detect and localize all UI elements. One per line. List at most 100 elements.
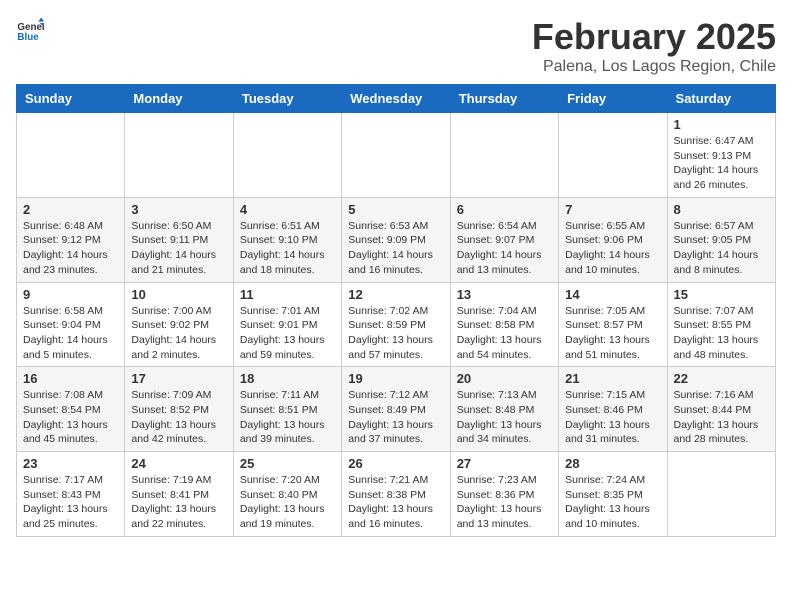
day-info: Sunrise: 6:47 AM Sunset: 9:13 PM Dayligh… [674,134,769,193]
calendar-cell: 25 Sunrise: 7:20 AM Sunset: 8:40 PM Dayli… [233,452,341,537]
day-number: 27 [457,456,552,471]
day-info: Sunrise: 7:02 AM Sunset: 8:59 PM Dayligh… [348,304,443,363]
day-info: Sunrise: 6:58 AM Sunset: 9:04 PM Dayligh… [23,304,118,363]
day-info: Sunrise: 7:09 AM Sunset: 8:52 PM Dayligh… [131,388,226,447]
calendar-cell: 13 Sunrise: 7:04 AM Sunset: 8:58 PM Dayli… [450,282,558,367]
day-info: Sunrise: 7:19 AM Sunset: 8:41 PM Dayligh… [131,473,226,532]
day-number: 20 [457,371,552,386]
calendar-cell: 9 Sunrise: 6:58 AM Sunset: 9:04 PM Daylig… [17,282,125,367]
calendar-cell: 10 Sunrise: 7:00 AM Sunset: 9:02 PM Dayli… [125,282,233,367]
calendar-cell: 23 Sunrise: 7:17 AM Sunset: 8:43 PM Dayli… [17,452,125,537]
weekday-header-wednesday: Wednesday [342,85,450,113]
week-row-3: 9 Sunrise: 6:58 AM Sunset: 9:04 PM Daylig… [17,282,776,367]
day-info: Sunrise: 7:17 AM Sunset: 8:43 PM Dayligh… [23,473,118,532]
calendar-cell: 17Sunrise: 7:09 AM Sunset: 8:52 PM Dayli… [125,367,233,452]
calendar-cell: 18 Sunrise: 7:11 AM Sunset: 8:51 PM Dayli… [233,367,341,452]
calendar-cell: 7Sunrise: 6:55 AM Sunset: 9:06 PM Daylig… [559,197,667,282]
calendar-cell: 26 Sunrise: 7:21 AM Sunset: 8:38 PM Dayli… [342,452,450,537]
calendar-cell: 21 Sunrise: 7:15 AM Sunset: 8:46 PM Dayli… [559,367,667,452]
location-title: Palena, Los Lagos Region, Chile [532,58,776,76]
day-info: Sunrise: 7:12 AM Sunset: 8:49 PM Dayligh… [348,388,443,447]
day-info: Sunrise: 6:57 AM Sunset: 9:05 PM Dayligh… [674,219,769,278]
calendar-cell [667,452,775,537]
day-info: Sunrise: 7:23 AM Sunset: 8:36 PM Dayligh… [457,473,552,532]
week-row-5: 23 Sunrise: 7:17 AM Sunset: 8:43 PM Dayli… [17,452,776,537]
month-title: February 2025 [532,16,776,58]
day-info: Sunrise: 7:24 AM Sunset: 8:35 PM Dayligh… [565,473,660,532]
calendar-cell: 2Sunrise: 6:48 AM Sunset: 9:12 PM Daylig… [17,197,125,282]
day-info: Sunrise: 6:50 AM Sunset: 9:11 PM Dayligh… [131,219,226,278]
day-info: Sunrise: 7:05 AM Sunset: 8:57 PM Dayligh… [565,304,660,363]
day-number: 9 [23,287,118,302]
calendar-cell: 22Sunrise: 7:16 AM Sunset: 8:44 PM Dayli… [667,367,775,452]
day-number: 5 [348,202,443,217]
calendar-cell [17,113,125,198]
calendar-cell: 3Sunrise: 6:50 AM Sunset: 9:11 PM Daylig… [125,197,233,282]
weekday-header-row: SundayMondayTuesdayWednesdayThursdayFrid… [17,85,776,113]
day-number: 22 [674,371,769,386]
day-info: Sunrise: 7:11 AM Sunset: 8:51 PM Dayligh… [240,388,335,447]
weekday-header-tuesday: Tuesday [233,85,341,113]
day-info: Sunrise: 7:13 AM Sunset: 8:48 PM Dayligh… [457,388,552,447]
weekday-header-saturday: Saturday [667,85,775,113]
day-number: 14 [565,287,660,302]
day-info: Sunrise: 6:55 AM Sunset: 9:06 PM Dayligh… [565,219,660,278]
calendar-cell: 4Sunrise: 6:51 AM Sunset: 9:10 PM Daylig… [233,197,341,282]
calendar-cell: 6 Sunrise: 6:54 AM Sunset: 9:07 PM Daylig… [450,197,558,282]
day-number: 23 [23,456,118,471]
day-number: 2 [23,202,118,217]
calendar-cell: 15 Sunrise: 7:07 AM Sunset: 8:55 PM Dayli… [667,282,775,367]
day-number: 26 [348,456,443,471]
calendar-cell: 1 Sunrise: 6:47 AM Sunset: 9:13 PM Daylig… [667,113,775,198]
day-info: Sunrise: 7:04 AM Sunset: 8:58 PM Dayligh… [457,304,552,363]
day-number: 12 [348,287,443,302]
day-number: 11 [240,287,335,302]
calendar-cell: 5 Sunrise: 6:53 AM Sunset: 9:09 PM Daylig… [342,197,450,282]
day-number: 18 [240,371,335,386]
calendar-cell: 14 Sunrise: 7:05 AM Sunset: 8:57 PM Dayli… [559,282,667,367]
calendar-cell: 11 Sunrise: 7:01 AM Sunset: 9:01 PM Dayli… [233,282,341,367]
calendar-cell [125,113,233,198]
day-info: Sunrise: 7:01 AM Sunset: 9:01 PM Dayligh… [240,304,335,363]
calendar-cell: 16 Sunrise: 7:08 AM Sunset: 8:54 PM Dayli… [17,367,125,452]
calendar-cell [450,113,558,198]
weekday-header-sunday: Sunday [17,85,125,113]
calendar-cell [342,113,450,198]
day-number: 6 [457,202,552,217]
day-info: Sunrise: 6:51 AM Sunset: 9:10 PM Dayligh… [240,219,335,278]
calendar-cell [233,113,341,198]
day-number: 21 [565,371,660,386]
day-info: Sunrise: 6:53 AM Sunset: 9:09 PM Dayligh… [348,219,443,278]
weekday-header-monday: Monday [125,85,233,113]
calendar-cell: 24 Sunrise: 7:19 AM Sunset: 8:41 PM Dayli… [125,452,233,537]
calendar-cell [559,113,667,198]
day-number: 1 [674,117,769,132]
day-number: 15 [674,287,769,302]
day-info: Sunrise: 7:07 AM Sunset: 8:55 PM Dayligh… [674,304,769,363]
calendar-cell: 20 Sunrise: 7:13 AM Sunset: 8:48 PM Dayli… [450,367,558,452]
calendar-cell: 12 Sunrise: 7:02 AM Sunset: 8:59 PM Dayli… [342,282,450,367]
day-number: 13 [457,287,552,302]
day-number: 10 [131,287,226,302]
svg-text:Blue: Blue [17,32,39,43]
week-row-4: 16 Sunrise: 7:08 AM Sunset: 8:54 PM Dayli… [17,367,776,452]
day-info: Sunrise: 7:20 AM Sunset: 8:40 PM Dayligh… [240,473,335,532]
day-number: 25 [240,456,335,471]
title-area: February 2025 Palena, Los Lagos Region, … [532,16,776,76]
weekday-header-thursday: Thursday [450,85,558,113]
calendar: SundayMondayTuesdayWednesdayThursdayFrid… [16,84,776,537]
logo: General Blue [16,16,44,44]
day-number: 16 [23,371,118,386]
week-row-1: 1 Sunrise: 6:47 AM Sunset: 9:13 PM Daylig… [17,113,776,198]
day-info: Sunrise: 6:54 AM Sunset: 9:07 PM Dayligh… [457,219,552,278]
calendar-cell: 19Sunrise: 7:12 AM Sunset: 8:49 PM Dayli… [342,367,450,452]
day-info: Sunrise: 7:15 AM Sunset: 8:46 PM Dayligh… [565,388,660,447]
logo-icon: General Blue [16,16,44,44]
day-info: Sunrise: 7:08 AM Sunset: 8:54 PM Dayligh… [23,388,118,447]
weekday-header-friday: Friday [559,85,667,113]
day-info: Sunrise: 7:00 AM Sunset: 9:02 PM Dayligh… [131,304,226,363]
day-info: Sunrise: 7:21 AM Sunset: 8:38 PM Dayligh… [348,473,443,532]
day-number: 24 [131,456,226,471]
header: General Blue February 2025 Palena, Los L… [16,16,776,76]
day-number: 8 [674,202,769,217]
